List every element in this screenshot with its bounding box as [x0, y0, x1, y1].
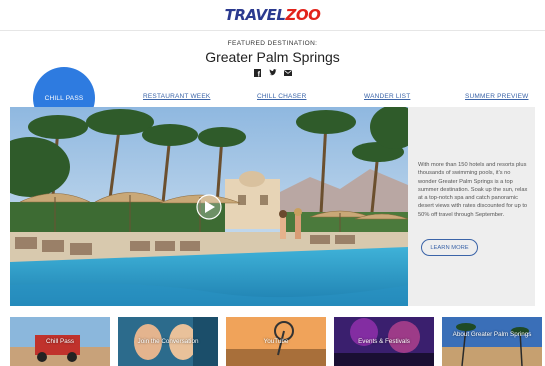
tile-events-festivals[interactable]: Events & Festivals	[334, 317, 434, 366]
nav-wander-list[interactable]: WANDER LIST	[364, 93, 410, 100]
tile-chill-pass[interactable]: Chill Pass	[10, 317, 110, 366]
header-divider	[0, 30, 545, 31]
nav-chill-chaser[interactable]: CHILL CHASER	[257, 93, 306, 100]
featured-label: FEATURED DESTINATION:	[227, 40, 318, 47]
learn-more-button[interactable]: LEARN MORE	[421, 239, 478, 256]
email-icon[interactable]	[283, 68, 292, 77]
page-title: Greater Palm Springs	[205, 49, 340, 65]
tile-label: YouTube	[263, 338, 289, 345]
tile-label: About Greater Palm Springs	[452, 331, 532, 338]
nav-chill-pass-label: CHILL PASS	[44, 94, 84, 102]
nav-restaurant-week[interactable]: RESTAURANT WEEK	[143, 93, 210, 100]
tile-label: Join the Conversation	[137, 338, 199, 345]
logo-text-zoo: ZOO	[285, 6, 321, 24]
nav-summer-preview[interactable]: SUMMER PREVIEW	[465, 93, 528, 100]
travelzoo-logo[interactable]: TRAVELZOO	[0, 6, 545, 24]
destination-description: With more than 150 hotels and resorts pl…	[418, 162, 528, 218]
logo-text-travel: TRAVEL	[224, 6, 286, 24]
hero-resort-image[interactable]	[10, 107, 408, 306]
twitter-icon[interactable]	[268, 68, 277, 77]
tile-youtube[interactable]: YouTube	[226, 317, 326, 366]
facebook-icon[interactable]: f	[253, 68, 262, 77]
tile-join-conversation[interactable]: Join the Conversation	[118, 317, 218, 366]
tile-about-greater-palm-springs[interactable]: About Greater Palm Springs	[442, 317, 542, 366]
destination-info-panel: With more than 150 hotels and resorts pl…	[408, 107, 535, 306]
tile-label: Chill Pass	[46, 338, 74, 345]
tile-label: Events & Festivals	[358, 338, 410, 345]
